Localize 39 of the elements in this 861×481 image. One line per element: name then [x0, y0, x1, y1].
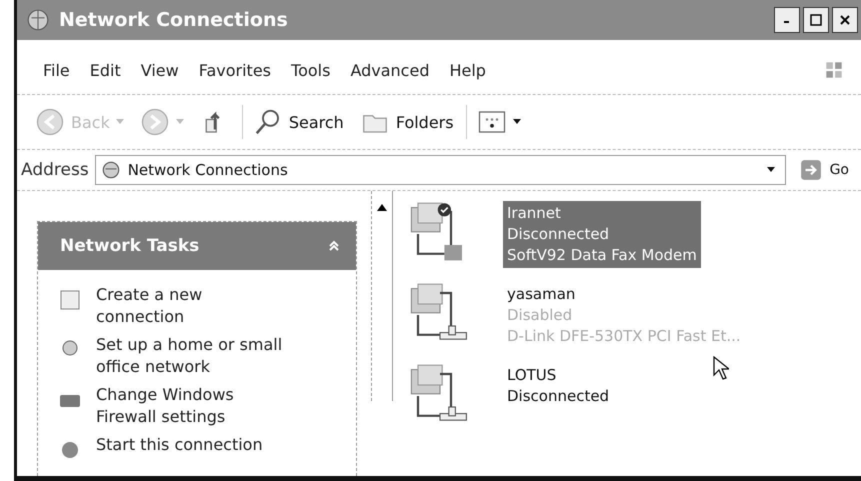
task-link[interactable]: Start this connection — [96, 434, 286, 456]
connection-device: SoftV92 Data Fax Modem — [507, 245, 697, 266]
dropdown-caret-icon[interactable] — [766, 167, 775, 173]
connection-name[interactable]: Irannet — [507, 203, 697, 224]
connection-device: D-Link DFE-530TX PCI Fast Et... — [507, 326, 741, 347]
address-label: Address — [21, 160, 89, 180]
menu-item[interactable]: Tools — [291, 60, 330, 80]
connection-status: Disconnected — [507, 224, 610, 245]
task-link[interactable]: Change Windows Firewall settings — [96, 384, 286, 428]
minimize-button[interactable] — [774, 7, 800, 33]
panel-header[interactable]: Network Tasks — [38, 222, 356, 270]
go-button[interactable]: Go — [792, 159, 861, 181]
address-field[interactable]: Network Connections — [94, 155, 786, 185]
task-link[interactable]: Create a new connection — [96, 284, 286, 328]
menu-item[interactable]: Edit — [90, 60, 121, 80]
task-link[interactable]: Set up a home or small office network — [96, 334, 286, 378]
connection-status: Disconnected — [507, 386, 610, 407]
maximize-icon — [810, 14, 822, 26]
close-icon — [839, 14, 851, 26]
caret-icon — [176, 119, 184, 125]
maximize-button[interactable] — [803, 7, 829, 33]
caret-icon — [512, 119, 521, 125]
mouse-pointer-icon — [713, 356, 729, 380]
connection-name[interactable]: LOTUS — [507, 365, 610, 386]
connection-status: Disabled — [507, 305, 574, 326]
window-title: Network Connections — [59, 9, 288, 31]
menu-item[interactable]: Favorites — [198, 60, 272, 80]
menu-item[interactable]: Advanced — [350, 60, 430, 80]
menu-item[interactable]: Help — [449, 60, 486, 80]
search-button[interactable]: Search — [242, 105, 348, 139]
folders-button[interactable]: Folders — [356, 105, 458, 139]
network-icon — [25, 7, 51, 33]
collapse-icon — [328, 240, 340, 252]
menu-item[interactable]: File — [43, 60, 70, 80]
caret-icon — [116, 119, 124, 125]
scroll-up-icon[interactable] — [377, 203, 387, 211]
menu-item[interactable]: View — [140, 60, 179, 80]
scrollbar[interactable] — [371, 191, 393, 401]
close-button[interactable] — [832, 7, 858, 33]
